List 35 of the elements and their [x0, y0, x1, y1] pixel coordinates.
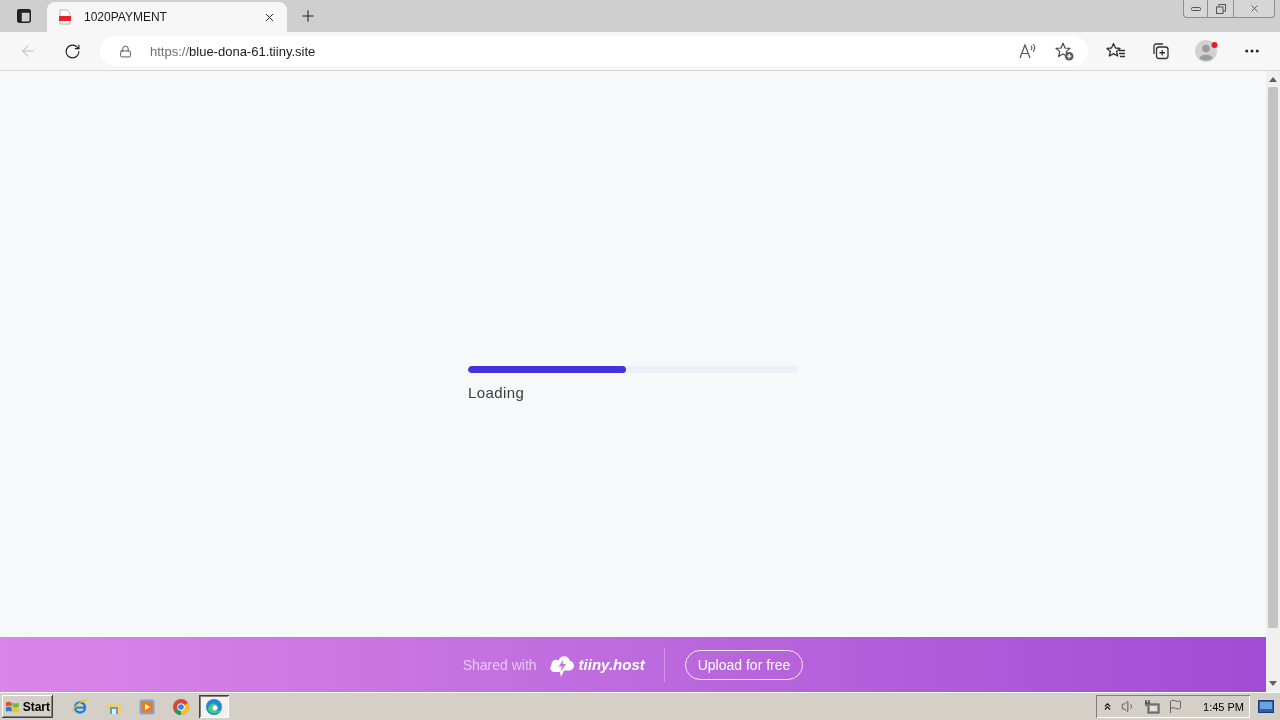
loading-label: Loading: [468, 384, 525, 401]
play-tile-icon: [139, 698, 155, 715]
scrollbar[interactable]: [1266, 71, 1280, 692]
star-list-icon[interactable]: [1106, 42, 1126, 60]
network-icon[interactable]: [1144, 698, 1161, 715]
minimize-button[interactable]: [1183, 0, 1207, 18]
taskbar-app-button[interactable]: [199, 695, 229, 718]
round-browser-icon: [172, 698, 189, 715]
close-icon: [1248, 3, 1260, 14]
show-desktop-icon[interactable]: [1258, 700, 1274, 713]
read-aloud-icon[interactable]: [1019, 43, 1037, 59]
refresh-icon[interactable]: [63, 42, 81, 60]
document-favicon-icon: [58, 9, 72, 25]
browser-tab[interactable]: 1020PAYMENT: [47, 2, 287, 32]
scrollbar-thumb[interactable]: [1268, 87, 1278, 628]
start-logo-icon: [5, 699, 20, 714]
start-button[interactable]: Start: [2, 695, 53, 718]
address-field[interactable]: https://blue-dona-61.tiiny.site: [100, 36, 1088, 66]
collections-icon[interactable]: [1151, 42, 1169, 60]
minimize-icon: [1190, 6, 1201, 11]
tab-actions-icon[interactable]: [17, 9, 31, 23]
profile-avatar-icon[interactable]: [1195, 40, 1219, 62]
clock-text: 1:45 PM: [1203, 700, 1244, 713]
lock-icon: [119, 44, 132, 58]
wave-browser-icon: [206, 698, 222, 715]
restore-icon: [1215, 3, 1226, 14]
star-plus-icon[interactable]: [1055, 41, 1074, 61]
shared-with-text: Shared with: [462, 656, 537, 673]
brand-name: tiiny.host: [578, 656, 645, 673]
scroll-down-icon[interactable]: [1269, 681, 1277, 686]
restore-button[interactable]: [1207, 0, 1233, 18]
flag-icon[interactable]: [1168, 699, 1184, 714]
new-tab-icon[interactable]: [299, 7, 317, 25]
scroll-up-icon[interactable]: [1269, 77, 1277, 82]
orbit-e-icon: [72, 698, 88, 715]
